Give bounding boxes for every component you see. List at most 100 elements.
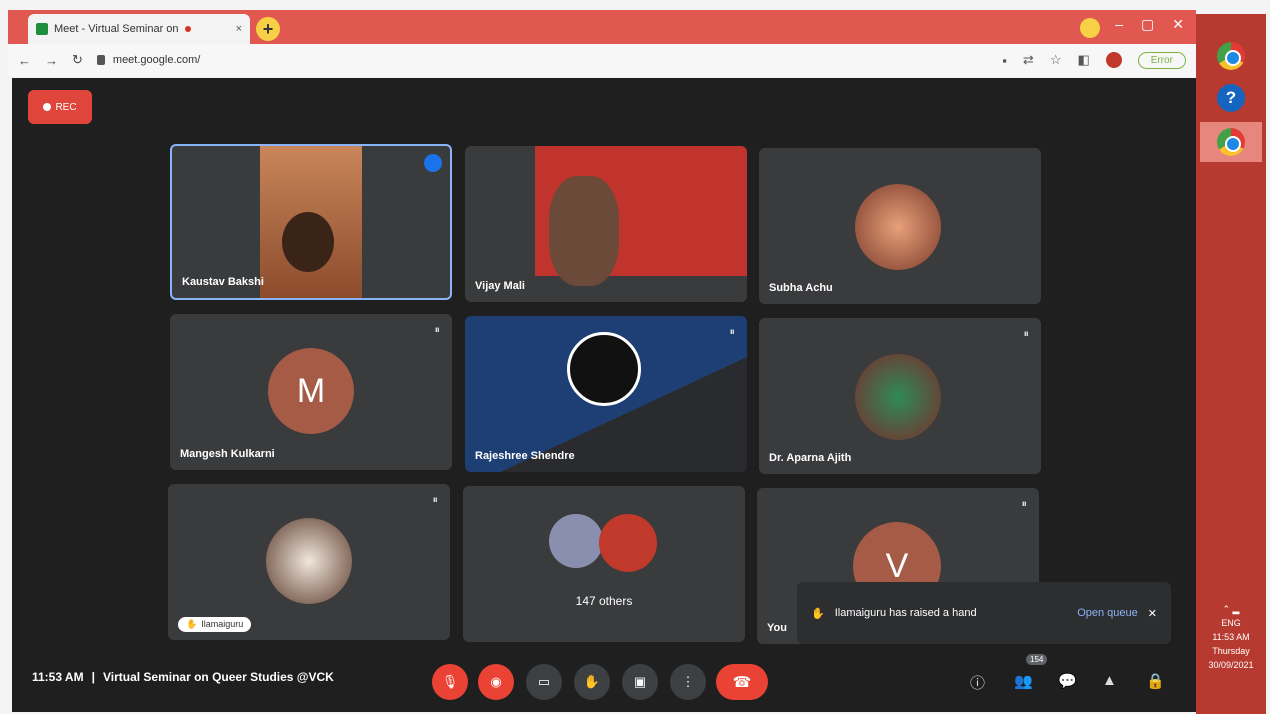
info-icon[interactable]: ⓘ	[970, 672, 985, 693]
forward-icon[interactable]: →	[45, 53, 58, 68]
star-icon[interactable]: ☆	[1050, 52, 1062, 68]
separator: |	[91, 670, 95, 684]
account-avatar-icon[interactable]	[1105, 52, 1122, 68]
others-tile[interactable]: 147 others	[463, 486, 745, 642]
taskbar-help[interactable]: ?	[1200, 78, 1262, 118]
others-count: 147 others	[575, 594, 633, 608]
close-window-button[interactable]: ✕	[1172, 16, 1184, 33]
participant-avatar	[549, 514, 603, 568]
extension-icon[interactable]: ◧	[1077, 52, 1089, 68]
raise-hand-button[interactable]: ✋	[574, 664, 610, 700]
toolbar-icons: ▪ ⇄ ☆ ◧ Error	[1002, 51, 1186, 69]
camera-in-use-icon[interactable]: ▪	[1002, 53, 1007, 68]
person-silhouette	[549, 176, 619, 286]
meeting-controls-bar: 11:53 AM | Virtual Seminar on Queer Stud…	[12, 650, 1196, 712]
raise-hand-icon: ✋	[186, 619, 198, 629]
participant-avatar	[599, 514, 657, 572]
participant-tile[interactable]: ⏸ Rajeshree Shendre	[465, 316, 747, 472]
participant-tile[interactable]: ⏸ M Mangesh Kulkarni	[170, 314, 452, 470]
address-bar[interactable]: meet.google.com/	[96, 54, 988, 66]
meeting-details: 11:53 AM | Virtual Seminar on Queer Stud…	[32, 670, 334, 684]
new-tab-button[interactable]: +	[256, 17, 280, 41]
raise-hand-icon: ✋	[583, 674, 601, 689]
maximize-button[interactable]: ▢	[1141, 16, 1154, 33]
mic-muted-icon: ⏸	[432, 494, 439, 506]
mic-muted-icon: ⏸	[1023, 328, 1030, 340]
participant-name: Rajeshree Shendre	[475, 450, 575, 462]
participant-name: Vijay Mali	[475, 280, 525, 292]
raised-hand-notification: ✋ Ilamaiguru has raised a hand Open queu…	[797, 582, 1171, 644]
participant-name: Kaustav Bakshi	[182, 276, 264, 288]
notification-text: Ilamaiguru has raised a hand	[834, 607, 977, 619]
network-icon[interactable]: ⌃ ▂	[1196, 602, 1266, 616]
speaking-icon	[424, 154, 442, 172]
more-options-button[interactable]: ⋮	[670, 664, 706, 700]
person-silhouette	[282, 212, 334, 272]
participant-avatar	[855, 184, 941, 270]
help-icon: ?	[1217, 84, 1245, 112]
participant-name: Subha Achu	[769, 282, 833, 294]
tray-language[interactable]: ENG	[1196, 616, 1266, 630]
participant-name: Mangesh Kulkarni	[180, 448, 275, 460]
present-icon: ▣	[633, 674, 647, 689]
end-call-button[interactable]: ☎	[716, 664, 768, 700]
chat-icon[interactable]: 💬	[1058, 672, 1077, 690]
participant-avatar	[855, 354, 941, 440]
present-button[interactable]: ▣	[622, 664, 658, 700]
participant-tile[interactable]: ⏸ Dr. Aparna Ajith	[759, 318, 1041, 474]
tray-time[interactable]: 11:53 AM	[1196, 630, 1266, 644]
meet-window: REC Kaustav Bakshi Vijay Mali Subha Achu…	[12, 78, 1196, 712]
url-text: meet.google.com/	[112, 54, 201, 66]
participant-avatar	[266, 518, 352, 604]
participant-tile[interactable]: Vijay Mali	[465, 146, 747, 302]
meeting-time: 11:53 AM	[32, 670, 84, 684]
captions-icon: ▭	[537, 674, 551, 689]
dismiss-notification-button[interactable]: ✕	[1148, 607, 1157, 620]
participant-tile[interactable]: ⏸ ✋ Ilamaiguru	[168, 484, 450, 640]
recording-badge: REC	[28, 90, 92, 124]
activities-icon[interactable]: ▲	[1102, 672, 1117, 689]
browser-tab[interactable]: Meet - Virtual Seminar on ×	[28, 14, 250, 44]
mic-muted-icon: ⏸	[1021, 498, 1028, 510]
profile-icon[interactable]	[1080, 18, 1100, 38]
mic-muted-icon: ⏸	[729, 326, 736, 338]
camera-off-icon: ◉	[490, 674, 502, 689]
translate-icon[interactable]: ⇄	[1023, 52, 1034, 68]
participant-name: Dr. Aparna Ajith	[769, 452, 852, 464]
obs-logo-icon	[567, 332, 641, 406]
participant-tile[interactable]: Subha Achu	[759, 148, 1041, 304]
chip-name: Ilamaiguru	[201, 619, 244, 629]
people-icon[interactable]: 👥	[1014, 672, 1033, 690]
browser-tabstrip: Meet - Virtual Seminar on × + – ▢ ✕	[8, 10, 1196, 44]
more-icon: ⋮	[681, 674, 695, 689]
taskbar-chrome-1[interactable]	[1200, 36, 1262, 76]
lock-icon	[96, 55, 105, 65]
mic-off-icon: 🎙	[441, 674, 459, 689]
window-controls: – ▢ ✕	[1115, 16, 1184, 33]
people-count-badge: 154	[1026, 654, 1048, 665]
chrome-icon	[1217, 128, 1245, 156]
host-controls-icon[interactable]: 🔒	[1146, 672, 1165, 690]
tab-close-icon[interactable]: ×	[236, 23, 242, 35]
open-queue-button[interactable]: Open queue	[1077, 607, 1138, 619]
record-dot-icon	[43, 103, 52, 111]
minimize-button[interactable]: –	[1115, 16, 1123, 33]
tray-day: Thursday	[1212, 646, 1250, 656]
reload-icon[interactable]: ↻	[72, 52, 83, 68]
camera-toggle-button[interactable]: ◉	[478, 664, 514, 700]
participant-tile[interactable]: Kaustav Bakshi	[170, 144, 452, 300]
tab-title: Meet - Virtual Seminar on	[54, 23, 179, 35]
back-icon[interactable]: ←	[18, 53, 31, 68]
participant-avatar: M	[268, 348, 354, 434]
mic-toggle-button[interactable]: 🎙	[432, 664, 468, 700]
raise-hand-icon: ✋	[811, 607, 825, 620]
taskbar-chrome-2[interactable]	[1200, 122, 1262, 162]
system-tray: ⌃ ▂ ENG 11:53 AM Thursday 30/09/2021	[1196, 594, 1266, 714]
windows-taskbar: ? ⌃ ▂ ENG 11:53 AM Thursday 30/09/2021	[1196, 14, 1266, 714]
recording-dot-icon	[184, 26, 191, 32]
chrome-icon	[1217, 42, 1245, 70]
profile-error-pill[interactable]: Error	[1137, 51, 1186, 69]
meeting-title: Virtual Seminar on Queer Studies @VCK	[102, 670, 334, 684]
captions-button[interactable]: ▭	[526, 664, 562, 700]
mic-muted-icon: ⏸	[434, 324, 441, 336]
